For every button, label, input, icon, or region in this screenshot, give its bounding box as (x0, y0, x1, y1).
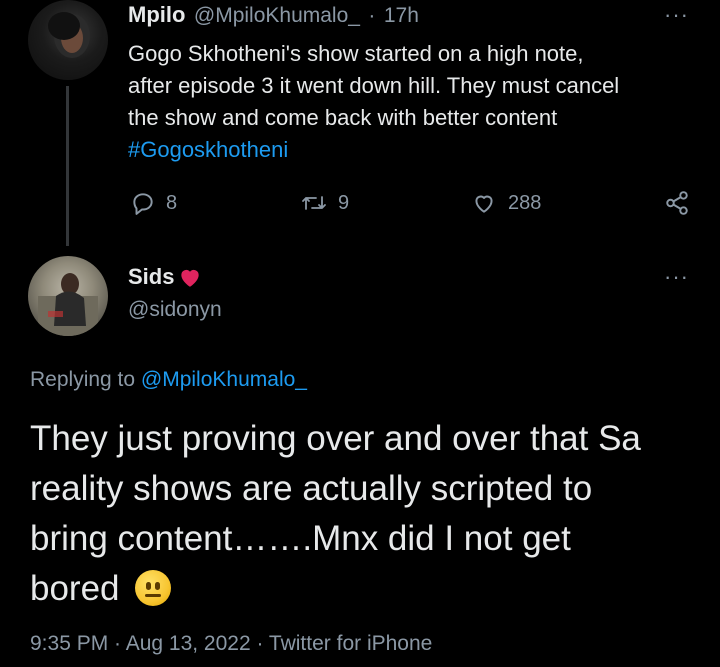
tweet2-text-line: reality shows are actually scripted to (30, 469, 593, 508)
tweet1-text-line: Gogo Skhotheni's show started on a high … (128, 41, 584, 66)
tweet2-text-line: They just proving over and over that Sa (30, 419, 641, 458)
tweet1-text-line: the show and come back with better conte… (128, 105, 558, 130)
share-button[interactable] (664, 190, 690, 216)
tweet2-author-name[interactable]: Sids (128, 264, 174, 290)
thread-connector-line (66, 86, 69, 246)
like-count: 288 (508, 191, 542, 214)
heart-icon (475, 195, 493, 213)
retweet-button[interactable]: 9 (300, 190, 349, 216)
avatar-sids[interactable] (28, 256, 108, 336)
tweet2-text-line: bored (30, 569, 120, 608)
tweet1-body: Gogo Skhotheni's show started on a high … (128, 38, 708, 166)
tweet1-author-name[interactable]: Mpilo (128, 2, 185, 27)
reply-icon (133, 193, 153, 215)
tweet2-author-handle[interactable]: @sidonyn (128, 298, 222, 322)
tweet1-time[interactable]: 17h (384, 4, 419, 27)
share-icon (666, 191, 688, 215)
replying-to-mention-link[interactable]: @MpiloKhumalo_ (141, 368, 307, 391)
avatar-silhouette-icon (48, 12, 90, 58)
tweet1-more-button[interactable]: ··· (664, 2, 689, 28)
reply-button[interactable]: 8 (130, 190, 177, 216)
avatar-mpilo[interactable] (28, 0, 108, 80)
reply-count: 8 (166, 191, 178, 214)
like-button[interactable]: 288 (470, 190, 541, 216)
tweet2-timestamp[interactable]: 9:35 PM · Aug 13, 2022 · Twitter for iPh… (30, 632, 432, 656)
retweet-count: 9 (338, 191, 350, 214)
replying-to-line: Replying to @MpiloKhumalo_ (30, 368, 307, 392)
tweet2-header: Sids (128, 264, 204, 290)
avatar-photo-icon (38, 273, 98, 336)
tweet1-header: Mpilo @MpiloKhumalo_ · 17h (128, 2, 419, 28)
replying-to-label: Replying to (30, 368, 141, 391)
tweet2-last-line: bored (30, 564, 710, 614)
tweet1-text-line: after episode 3 it went down hill. They … (128, 73, 620, 98)
tweet2-text-line: bring content…….Mnx did I not get (30, 519, 571, 558)
neutral-face-emoji-icon (135, 570, 172, 606)
tweet1-author-handle[interactable]: @MpiloKhumalo_ (194, 4, 360, 27)
tweet1-hashtag-link[interactable]: #Gogoskhotheni (128, 134, 708, 166)
tweet2-more-button[interactable]: ··· (664, 264, 689, 290)
tweet1-separator: · (368, 4, 376, 27)
red-heart-emoji-icon (181, 269, 200, 287)
retweet-icon (302, 196, 326, 210)
tweet2-body: They just proving over and over that Sa … (30, 414, 710, 614)
